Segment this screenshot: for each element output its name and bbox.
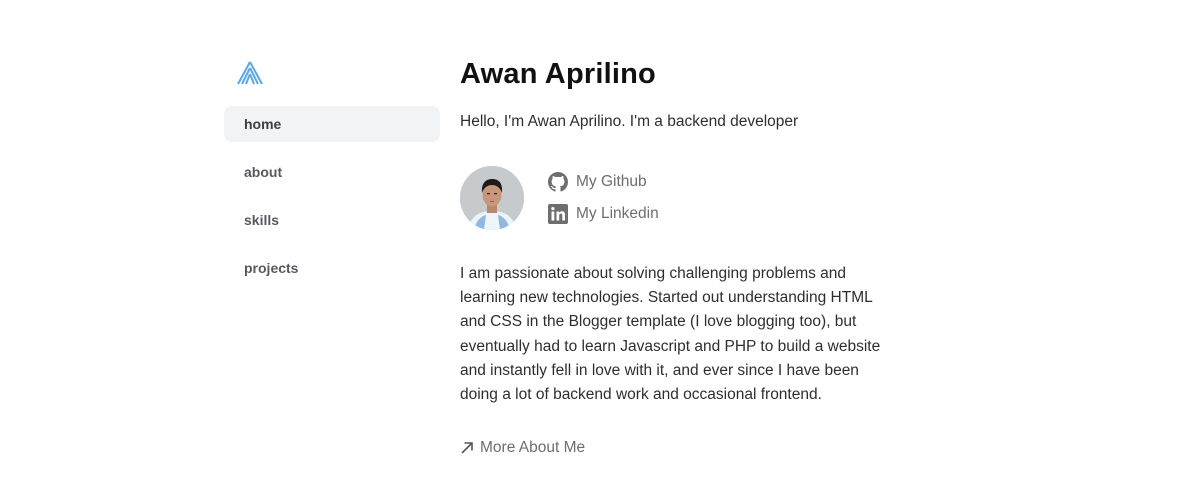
about-line: and CSS in the Blogger template (I love … xyxy=(460,313,857,331)
linkedin-link-label: My Linkedin xyxy=(576,205,659,222)
arrow-up-right-icon xyxy=(460,441,474,455)
sidebar-item-skills[interactable]: skills xyxy=(224,202,440,238)
sidebar-item-projects[interactable]: projects xyxy=(224,250,440,286)
about-line: doing a lot of backend work and occasion… xyxy=(460,386,822,404)
about-line: I am passionate about solving challengin… xyxy=(460,265,847,282)
about-line: learning new technologies. Started out u… xyxy=(460,289,873,307)
sidebar-item-label: skills xyxy=(244,212,280,228)
main-content: Awan Aprilino Hello, I'm Awan Aprilino. … xyxy=(460,55,900,456)
more-about-me-link[interactable]: More About Me xyxy=(460,439,585,457)
github-icon xyxy=(548,172,568,192)
about-paragraph: I am passionate about solving challengin… xyxy=(460,262,900,407)
triangle-logo-icon[interactable] xyxy=(237,61,263,85)
about-line: and instantly fell in love with it, and … xyxy=(460,361,859,379)
linkedin-link[interactable]: My Linkedin xyxy=(548,203,659,225)
avatar xyxy=(460,166,524,230)
sidebar-item-about[interactable]: about xyxy=(224,154,440,190)
page: home about skills projects Awan Aprilino… xyxy=(0,0,1187,503)
sidebar-item-label: projects xyxy=(244,260,299,276)
sidebar-item-label: home xyxy=(244,116,282,132)
intro-text: Hello, I'm Awan Aprilino. I'm a backend … xyxy=(460,113,799,130)
linkedin-icon xyxy=(548,204,568,224)
sidebar-item-home[interactable]: home xyxy=(224,106,440,142)
sidebar-item-label: about xyxy=(244,164,283,180)
page-title: Awan Aprilino xyxy=(460,58,656,90)
more-about-me-label: More About Me xyxy=(480,439,586,456)
sidebar-nav: home about skills projects xyxy=(224,106,440,298)
github-link[interactable]: My Github xyxy=(548,171,659,193)
about-line: eventually had to learn Javascript and P… xyxy=(460,337,881,355)
social-links: My Github My Linkedin xyxy=(548,171,659,235)
github-link-label: My Github xyxy=(576,173,647,190)
